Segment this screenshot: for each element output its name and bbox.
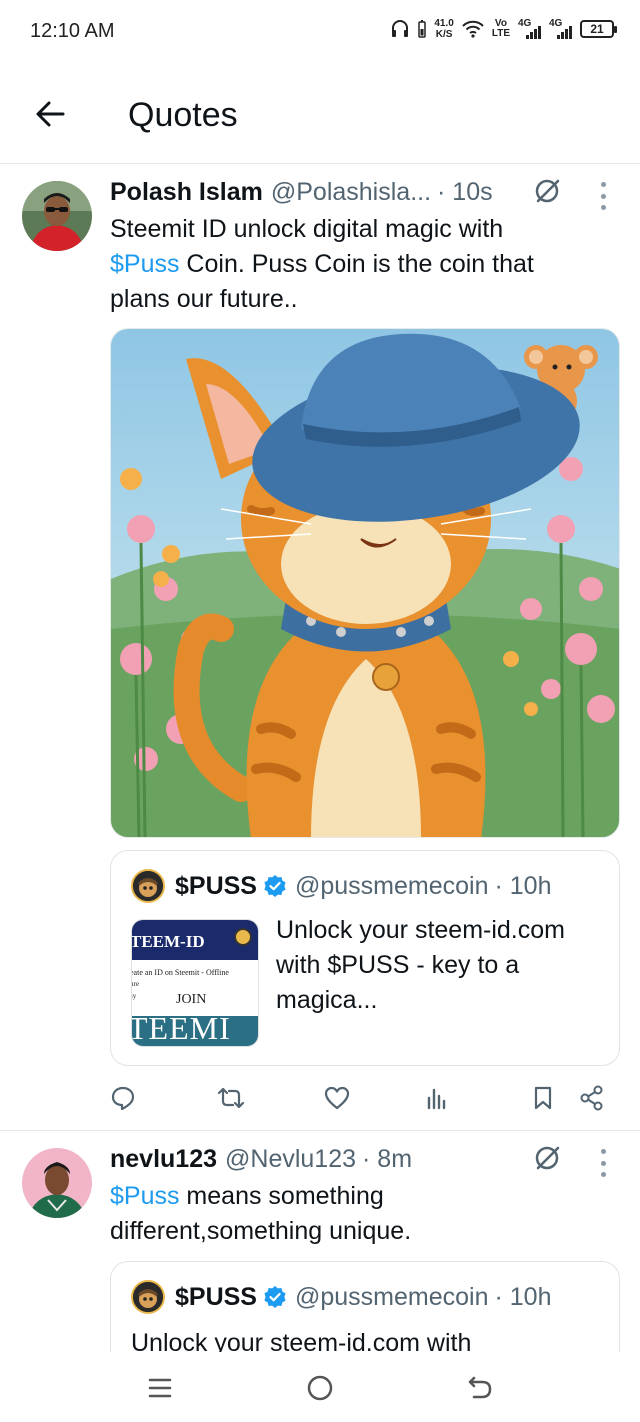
- author-name[interactable]: nevlu123: [110, 1145, 217, 1174]
- tweet[interactable]: nevlu123 @Nevlu123 · 8m $Puss means some…: [0, 1131, 640, 1352]
- verified-badge-icon: [264, 875, 286, 897]
- quoted-author-name: $PUSS: [175, 871, 257, 900]
- battery-icon: 21: [580, 20, 617, 38]
- back-nav-button[interactable]: [460, 1370, 500, 1406]
- recents-icon: [148, 1378, 172, 1398]
- quoted-author-name: $PUSS: [175, 1282, 257, 1311]
- tweet-media-image[interactable]: [110, 328, 620, 838]
- recents-button[interactable]: [140, 1370, 180, 1406]
- share-button[interactable]: [572, 1078, 612, 1118]
- home-button[interactable]: [300, 1370, 340, 1406]
- cashtag-link[interactable]: $Puss: [110, 1182, 179, 1210]
- retweet-button[interactable]: [211, 1078, 251, 1118]
- status-time: 12:10 AM: [30, 20, 115, 42]
- quoted-author-handle: @pussmemecoin: [294, 871, 489, 900]
- arrow-left-icon: [36, 101, 65, 127]
- bookmark-icon: [534, 1086, 552, 1110]
- back-icon: [468, 1376, 492, 1399]
- views-button[interactable]: [417, 1078, 457, 1118]
- grok-icon[interactable]: [532, 1143, 562, 1173]
- quoted-tweet-card[interactable]: $PUSS @pussmemecoin · 10h Unlock your st…: [110, 1261, 620, 1352]
- tweet-header: nevlu123 @Nevlu123 · 8m: [110, 1145, 540, 1174]
- tweet-header: Polash Islam @Polashisla... · 10s: [110, 178, 540, 207]
- signal-sim1-icon: 4G: [518, 18, 541, 39]
- status-icons: 41.0 K/S Vo LTE 4G 4G 21: [390, 18, 617, 40]
- net-speed: 41.0 K/S: [434, 18, 454, 40]
- coin-logo-icon: [234, 928, 252, 946]
- cashtag-link[interactable]: $Puss: [110, 250, 179, 278]
- tweet-text: Steemit ID unlock digital magic with $Pu…: [110, 215, 534, 313]
- like-button[interactable]: [317, 1078, 357, 1118]
- share-icon: [580, 1085, 603, 1111]
- home-icon: [307, 1375, 333, 1401]
- page-title: Quotes: [128, 96, 238, 134]
- quoted-tweet-time: · 10h: [494, 1282, 552, 1311]
- quoted-tweet-text: Unlock your steem-id.com with: [131, 1329, 472, 1352]
- reply-button[interactable]: [103, 1078, 143, 1118]
- tweet-time[interactable]: · 8m: [362, 1145, 412, 1174]
- tweet-actions: [110, 1078, 620, 1118]
- author-handle[interactable]: @Polashisla...: [271, 178, 431, 207]
- avatar[interactable]: [22, 181, 92, 251]
- quoted-tweet-time: · 10h: [494, 871, 552, 900]
- tweet-time[interactable]: · 10s: [437, 178, 493, 207]
- quoted-thumbnail[interactable]: TEEM-ID eate an ID on Steemit - Offline …: [131, 919, 259, 1047]
- system-nav-bar: [0, 1352, 640, 1422]
- quoted-author-handle: @pussmemecoin: [294, 1282, 489, 1311]
- author-name[interactable]: Polash Islam: [110, 178, 263, 207]
- verified-badge-icon: [264, 1286, 286, 1308]
- quoted-tweet-card[interactable]: $PUSS @pussmemecoin · 10h TEEM-ID eate a…: [110, 850, 620, 1066]
- views-icon: [427, 1088, 446, 1110]
- back-button[interactable]: [30, 94, 70, 134]
- app-header: Quotes: [0, 64, 640, 164]
- retweet-icon: [217, 1087, 245, 1109]
- volte-indicator: Vo LTE: [491, 18, 510, 39]
- tweet-text: $Puss means something different,somethin…: [110, 1182, 412, 1245]
- signal-sim2-icon: 4G: [549, 18, 572, 39]
- reply-icon: [111, 1086, 135, 1111]
- bookmark-button[interactable]: [523, 1078, 563, 1118]
- more-options-icon[interactable]: [598, 182, 608, 210]
- avatar[interactable]: [22, 1148, 92, 1218]
- headphones-icon: [392, 20, 409, 37]
- quoted-tweet-text: Unlock your steem-id.com with $PUSS - ke…: [276, 916, 565, 1014]
- quoted-avatar[interactable]: [131, 869, 165, 903]
- quoted-avatar[interactable]: [131, 1280, 165, 1314]
- tweet[interactable]: Polash Islam @Polashisla... · 10s Steemi…: [0, 164, 640, 1130]
- grok-icon[interactable]: [532, 176, 562, 206]
- like-icon: [324, 1086, 350, 1110]
- author-handle[interactable]: @Nevlu123: [225, 1145, 356, 1174]
- status-bar: 12:10 AM 41.0 K/S Vo LTE 4G 4G 21: [0, 0, 640, 64]
- more-options-icon[interactable]: [598, 1149, 608, 1177]
- quoted-tweet-header: $PUSS @pussmemecoin · 10h: [131, 869, 551, 903]
- battery-saver-icon: [418, 20, 427, 38]
- quoted-tweet-header: $PUSS @pussmemecoin · 10h: [131, 1280, 551, 1314]
- wifi-icon: [462, 20, 484, 38]
